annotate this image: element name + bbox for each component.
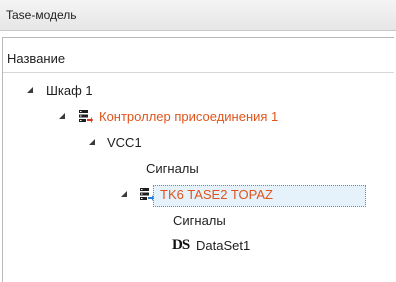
tree-node-signals[interactable]: Сигналы [3,159,393,181]
column-header[interactable]: Название [3,38,394,73]
tree-node-dataset1[interactable]: DS DataSet1 [3,236,393,258]
tree-node-controller[interactable]: Контроллер присоединения 1 [3,107,393,129]
tree-node-label: Шкаф 1 [46,83,93,98]
expand-arrow-icon[interactable] [59,113,65,119]
column-header-label: Название [7,51,66,66]
tree-node-signals[interactable]: Сигналы [3,211,393,233]
tree-node-label: VCC1 [107,135,142,150]
controller-link-icon [139,187,154,202]
panel-title: Tase-модель [6,8,77,22]
tree-node-label: Сигналы [146,161,199,176]
expand-arrow-icon[interactable] [27,87,33,93]
expand-arrow-icon[interactable] [89,139,95,145]
tree-node-vcc1[interactable]: VCC1 [3,133,393,155]
tree-node-label: Сигналы [173,213,226,228]
tree-node-cabinet[interactable]: Шкаф 1 [3,81,393,103]
tree-view[interactable]: Название Шкаф 1 Контроллер присоединения… [2,37,394,282]
tree-node-label: DataSet1 [196,238,251,253]
tree-node-tk6-tase2-topaz[interactable]: TK6 TASE2 TOPAZ [3,185,393,207]
tree-node-label: TK6 TASE2 TOPAZ [160,187,273,202]
dataset-icon: DS [172,237,190,253]
tase-model-panel: Tase-модель Название Шкаф 1 Контроллер п… [0,0,396,282]
panel-title-bar[interactable]: Tase-модель [0,0,396,31]
tree-node-label: Контроллер присоединения 1 [99,109,279,124]
controller-icon [78,109,93,124]
expand-arrow-icon[interactable] [121,191,127,197]
